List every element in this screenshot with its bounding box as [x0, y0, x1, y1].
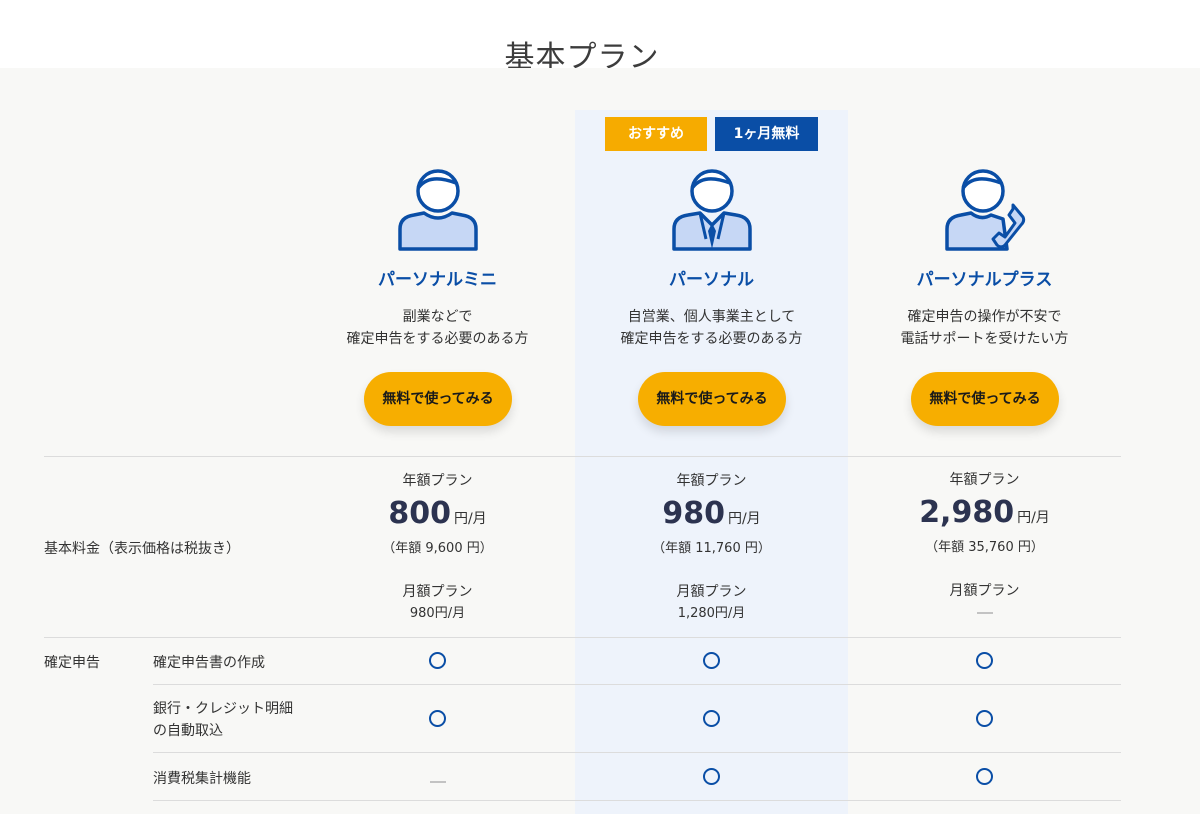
- annual-plan-label: 年額プラン: [676, 473, 747, 489]
- annual-price: 980 円/月: [575, 496, 848, 537]
- included-mark: [848, 710, 1121, 730]
- annual-price: 2,980 円/月: [848, 495, 1121, 536]
- circle-icon: [429, 652, 446, 669]
- plan-description-line: 電話サポートを受けたい方: [900, 331, 1069, 347]
- feature-name-line: 銀行・クレジット明細: [153, 701, 293, 717]
- try-free-button-personal[interactable]: 無料で使ってみる: [638, 372, 786, 426]
- try-free-button-plus[interactable]: 無料で使ってみる: [911, 372, 1059, 426]
- divider: [44, 637, 1121, 638]
- circle-icon: [703, 768, 720, 785]
- included-mark: [301, 652, 574, 672]
- price-unit: 円/月: [1017, 510, 1050, 526]
- person-phone-support-icon: [848, 165, 1121, 251]
- price-block: 年額プラン 800 円/月 （年額 9,600 円） 月額プラン 980円/月: [301, 470, 574, 625]
- feature-name: 消費税集計機能: [153, 771, 251, 787]
- plan-name: パーソナルプラス: [916, 270, 1053, 290]
- annual-total: （年額 35,760 円）: [925, 540, 1044, 555]
- basic-fee-label: 基本料金（表示価格は税抜き）: [44, 541, 240, 557]
- divider: [153, 684, 1121, 685]
- plan-description: 自営業、個人事業主として 確定申告をする必要のある方: [575, 306, 848, 350]
- try-free-button-mini[interactable]: 無料で使ってみる: [364, 372, 512, 426]
- circle-icon: [429, 710, 446, 727]
- plan-description-line: 副業などで: [402, 309, 473, 325]
- monthly-price: 980円/月: [409, 606, 466, 621]
- feature-name-line: の自動取込: [153, 723, 223, 739]
- badges: おすすめ 1ヶ月無料: [575, 117, 848, 151]
- plan-name: パーソナルミニ: [378, 270, 497, 290]
- included-mark: [575, 710, 848, 730]
- circle-icon: [703, 710, 720, 727]
- not-included-mark: [301, 768, 574, 788]
- dash-icon: [976, 611, 993, 614]
- price-block: 年額プラン 2,980 円/月 （年額 35,760 円） 月額プラン: [848, 469, 1121, 624]
- plan-description: 確定申告の操作が不安で 電話サポートを受けたい方: [848, 306, 1121, 350]
- circle-icon: [703, 652, 720, 669]
- divider: [44, 456, 1121, 457]
- feature-name: 銀行・クレジット明細 の自動取込: [153, 698, 293, 742]
- plan-description-line: 自営業、個人事業主として: [627, 309, 796, 325]
- plan-name: パーソナル: [669, 270, 754, 290]
- price-unit: 円/月: [453, 511, 487, 527]
- circle-icon: [976, 710, 993, 727]
- monthly-plan-label: 月額プラン: [949, 583, 1020, 599]
- divider: [153, 800, 1121, 801]
- plan-description-line: 確定申告をする必要のある方: [620, 331, 803, 347]
- plan-description-line: 確定申告をする必要のある方: [346, 331, 529, 347]
- monthly-price-unavailable: [848, 602, 1121, 624]
- annual-price: 800 円/月: [301, 496, 574, 537]
- circle-icon: [976, 652, 993, 669]
- price-amount: 980: [662, 496, 725, 531]
- recommended-badge: おすすめ: [605, 117, 707, 151]
- price-block: 年額プラン 980 円/月 （年額 11,760 円） 月額プラン 1,280円/…: [575, 470, 848, 625]
- section-label: 確定申告: [44, 655, 100, 671]
- annual-plan-label: 年額プラン: [402, 473, 473, 489]
- plan-description: 副業などで 確定申告をする必要のある方: [301, 306, 574, 350]
- feature-name: 確定申告書の作成: [153, 655, 265, 671]
- included-mark: [575, 652, 848, 672]
- annual-total: （年額 9,600 円）: [382, 541, 493, 556]
- person-business-icon: [575, 165, 848, 251]
- included-mark: [301, 710, 574, 730]
- annual-total: （年額 11,760 円）: [652, 541, 771, 556]
- free-month-badge: 1ヶ月無料: [715, 117, 818, 151]
- included-mark: [848, 652, 1121, 672]
- dash-icon: [429, 781, 446, 783]
- monthly-price: 1,280円/月: [677, 606, 746, 621]
- annual-plan-label: 年額プラン: [949, 472, 1020, 488]
- price-amount: 2,980: [919, 495, 1015, 530]
- monthly-plan-label: 月額プラン: [402, 584, 473, 600]
- included-mark: [848, 768, 1121, 788]
- included-mark: [575, 768, 848, 788]
- price-unit: 円/月: [727, 511, 761, 527]
- price-amount: 800: [388, 496, 451, 531]
- plan-description-line: 確定申告の操作が不安で: [907, 309, 1062, 325]
- monthly-plan-label: 月額プラン: [676, 584, 747, 600]
- circle-icon: [976, 768, 993, 785]
- person-casual-icon: [301, 165, 574, 251]
- divider: [153, 752, 1121, 753]
